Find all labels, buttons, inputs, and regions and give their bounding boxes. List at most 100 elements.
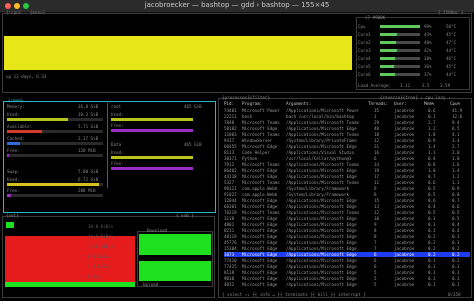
process-args: /Applications/Microsoft Teams (286, 162, 360, 167)
process-row[interactable]: 58102 Microsoft Edge/Applications/Microso… (224, 126, 470, 131)
swap-item-meter-fill (7, 194, 11, 197)
disk-name: root (111, 104, 122, 109)
process-row[interactable]: 22211 bash bash /usr/local/bin/bashtop 1 jac… (224, 114, 470, 119)
process-mem: 1.8 (428, 132, 436, 137)
update-interval[interactable]: ┤ 2500ms ├ (438, 10, 463, 15)
process-cpu: 0.4 (452, 222, 460, 227)
col-threads[interactable]: Threads: (368, 101, 388, 106)
net-scale-label: 4.0 KiB/s (88, 264, 111, 269)
process-row[interactable]: 77410 Microsoft Edge/Applications/Microso… (224, 258, 470, 263)
net-box-header: ┤net├ (6, 213, 19, 218)
process-row[interactable]: 91027 com.apple.Webk/System/Library/Frame… (224, 192, 470, 197)
process-row[interactable]: 11803 Microsoft Teams/Applications/Micros… (224, 132, 470, 137)
process-pid: 4801 (224, 222, 235, 227)
process-row[interactable]: 30371 Python/usr/local/Cellar/python@3 6 ja… (224, 156, 470, 161)
process-row[interactable]: 74401 Microsoft Power/Applications/Micros… (224, 108, 470, 113)
memory-item-meter-fill (7, 154, 9, 157)
net-interface-selector[interactable]: ┤ en0 ├ (176, 213, 194, 218)
proc-box-header[interactable]: ┤processes├┤filter├ (222, 95, 270, 100)
process-row[interactable]: 4012 Microsoft Edge/Applications/Microsof… (224, 282, 470, 287)
process-row[interactable]: 45776 Microsoft Edge/Applications/Microso… (224, 240, 470, 245)
process-row[interactable]: 8211 Microsoft Edge/Applications/Microsof… (224, 228, 470, 233)
process-row[interactable]: 90121 com.apple.Webk/System/Library/Frame… (224, 186, 470, 191)
process-args: /Applications/Microsoft Edge (286, 240, 357, 245)
process-row[interactable]: 5327 Microsoft Teams/Applications/Microso… (224, 180, 470, 185)
col-mem[interactable]: Mem% (424, 101, 434, 106)
process-args: /Applications/Microsoft Edge (286, 198, 357, 203)
process-program: Microsoft Teams (242, 120, 280, 125)
process-row[interactable]: 60455 Microsoft Edge/Applications/Microso… (224, 144, 470, 149)
menu-button[interactable]: ┤menu├ (30, 10, 45, 15)
process-threads: 13 (374, 204, 380, 209)
col-arguments[interactable]: Arguments: (286, 101, 311, 106)
col-cpu[interactable]: Cpu% (450, 101, 460, 106)
cpu-core-name: Cpu (358, 24, 366, 29)
process-args: bash /usr/local/bin/bashtop (286, 114, 355, 119)
process-threads: 29 (374, 120, 380, 125)
download-label: Download (147, 228, 168, 233)
disk-used-meter (111, 156, 193, 159)
process-user: jacobroe (394, 222, 415, 227)
process-row[interactable]: 9417 WindowServer/System/Library/PrivateF… (224, 138, 470, 143)
process-program: Microsoft Teams (242, 210, 280, 215)
process-user: jacobroe (394, 144, 415, 149)
col-user[interactable]: User: (394, 101, 407, 106)
process-args: /System/Library/PrivateFrame (286, 138, 357, 143)
process-cpu: 6.5 (452, 126, 460, 131)
process-cpu: 0.2 (452, 252, 460, 257)
cpu-core-meter-fill (380, 73, 395, 76)
process-row[interactable]: 3118 Microsoft Edge/Applications/Microsof… (224, 216, 470, 221)
proc-footer-controls[interactable]: ┤ select ↑↓ ├┤ info ↵ ├┤ terminate ├┤ ki… (222, 292, 366, 297)
process-threads: 12 (374, 138, 380, 143)
process-mem: 0.1 (428, 282, 436, 287)
process-program: Microsoft Edge (242, 228, 278, 233)
process-threads: 21 (374, 144, 380, 149)
disk-size: 465 GiB (184, 142, 202, 147)
process-row[interactable]: 7912 Microsoft Teams/Applications/Microso… (224, 162, 470, 167)
col-pid[interactable]: Pid: (224, 101, 234, 106)
process-row[interactable]: 12044 Microsoft Edge/Applications/Microso… (224, 198, 470, 203)
process-user: jacobroe (394, 156, 415, 161)
process-program: Microsoft Edge (242, 264, 278, 269)
process-pid: 48119 (224, 234, 237, 239)
memory-label: Memory: (7, 104, 25, 109)
process-args: /System/Library/Framework (286, 192, 350, 197)
process-mem: 0.3 (428, 228, 436, 233)
swap-total: 7.00 GiB (78, 169, 99, 174)
disk-name: Data (111, 142, 122, 147)
cpu-core-meter-fill (380, 25, 420, 28)
process-threads: 11 (374, 180, 380, 185)
process-mem: 0.1 (428, 276, 436, 281)
proc-sort-controls[interactable]: ┤reverse├┤tree├ ‹ cpu lazy › (380, 95, 451, 100)
process-user: jacobroe (394, 276, 415, 281)
col-program[interactable]: Program: (242, 101, 262, 106)
process-row[interactable]: 8118 Microsoft Edge/Applications/Microsof… (224, 270, 470, 275)
process-row[interactable]: 9018 Microsoft Edge/Applications/Microsof… (224, 276, 470, 281)
process-row[interactable]: 15104 Microsoft Edge/Applications/Microso… (224, 246, 470, 251)
process-row-selected[interactable]: 1073 Microsoft Edge/Applications/Microsof… (224, 252, 470, 257)
process-pid: 8211 (224, 228, 235, 233)
process-pid: 86402 (224, 168, 237, 173)
process-row[interactable]: 77425 Microsoft Edge/Applications/Microso… (224, 264, 470, 269)
process-row[interactable]: 4801 Microsoft Edge/Applications/Microsof… (224, 222, 470, 227)
process-mem: 0.1 (428, 264, 436, 269)
process-program: Microsoft Edge (242, 174, 278, 179)
process-row[interactable]: 8113 Code Helper/Applications/Visual Stud… (224, 150, 470, 155)
process-row[interactable]: 44118 Microsoft Edge/Applications/Microso… (224, 174, 470, 179)
cpu-core-temp: 47°C (446, 40, 457, 45)
process-args: /Applications/Microsoft Edge (286, 174, 357, 179)
process-row[interactable]: 66301 Microsoft Edge/Applications/Microso… (224, 204, 470, 209)
process-row[interactable]: 70219 Microsoft Teams/Applications/Micros… (224, 210, 470, 215)
swap-label: Swap: (7, 169, 20, 174)
process-mem: 0.3 (428, 222, 436, 227)
process-row[interactable]: 48119 Microsoft Edge/Applications/Microso… (224, 234, 470, 239)
process-cpu: 0.1 (452, 282, 460, 287)
process-args: /Applications/Microsoft Edge (286, 246, 357, 251)
process-user: jacobroe (394, 210, 415, 215)
title-bar: jacobroecker — bashtop — gdd › bashtop —… (0, 0, 474, 13)
process-user: jacobroe (394, 282, 415, 287)
cpu-core-percent: 43% (424, 32, 432, 37)
process-row[interactable]: 7848 Microsoft Teams/Applications/Microso… (224, 120, 470, 125)
process-threads: 9 (374, 222, 377, 227)
process-row[interactable]: 86402 Microsoft Edge/Applications/Microso… (224, 168, 470, 173)
